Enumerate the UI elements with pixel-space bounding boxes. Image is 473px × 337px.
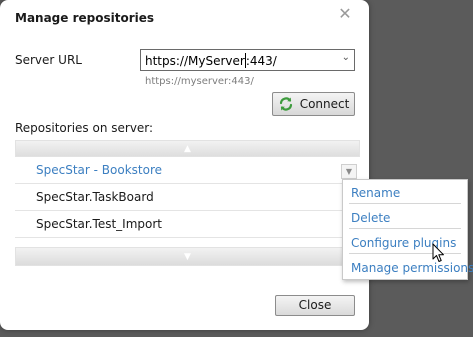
chevron-up-icon: ▲ bbox=[184, 143, 191, 154]
menu-item-manage-permissions[interactable]: Manage permissions bbox=[351, 261, 473, 275]
row-actions-dropdown-button[interactable]: ▼ bbox=[341, 164, 357, 179]
manage-repositories-dialog: Manage repositories ✕ Server URL https:/… bbox=[0, 0, 369, 330]
repository-name: SpecStar.Test_Import bbox=[36, 217, 162, 231]
list-scroll-down-button[interactable]: ▼ bbox=[15, 247, 360, 266]
menu-item-delete[interactable]: Delete bbox=[351, 211, 390, 225]
connect-button[interactable]: Connect bbox=[272, 92, 355, 116]
server-url-combobox[interactable]: https://MyServer:443/ ⌄ bbox=[140, 49, 355, 71]
server-url-text-before-caret: https://MyServer bbox=[145, 54, 245, 68]
repository-row[interactable]: SpecStar.TaskBoard bbox=[15, 184, 360, 211]
repository-row[interactable]: SpecStar - Bookstore bbox=[15, 157, 360, 184]
close-button[interactable]: Close bbox=[275, 295, 355, 316]
refresh-icon bbox=[278, 96, 294, 112]
repository-context-menu: Rename Delete Configure plugins Manage p… bbox=[342, 179, 473, 280]
server-url-label: Server URL bbox=[15, 53, 82, 67]
menu-item-rename[interactable]: Rename bbox=[351, 186, 400, 200]
list-scroll-up-button[interactable]: ▲ bbox=[15, 140, 360, 157]
server-url-text-after-caret: :443/ bbox=[245, 54, 277, 68]
chevron-down-icon[interactable]: ⌄ bbox=[342, 52, 350, 63]
close-icon[interactable]: ✕ bbox=[337, 6, 353, 22]
triangle-down-icon: ▼ bbox=[345, 167, 353, 176]
menu-divider bbox=[349, 228, 461, 229]
server-url-hint: https://myserver:443/ bbox=[145, 76, 254, 87]
repositories-label: Repositories on server: bbox=[15, 121, 154, 135]
repository-name: SpecStar - Bookstore bbox=[36, 163, 162, 177]
dialog-title: Manage repositories bbox=[15, 11, 155, 25]
mouse-pointer-icon bbox=[432, 243, 446, 266]
server-url-value[interactable]: https://MyServer:443/ bbox=[145, 53, 277, 68]
chevron-down-icon: ▼ bbox=[184, 251, 191, 262]
menu-divider bbox=[349, 203, 461, 204]
repository-name: SpecStar.TaskBoard bbox=[36, 190, 154, 204]
connect-button-label: Connect bbox=[299, 97, 350, 111]
repository-row[interactable]: SpecStar.Test_Import bbox=[15, 211, 360, 238]
